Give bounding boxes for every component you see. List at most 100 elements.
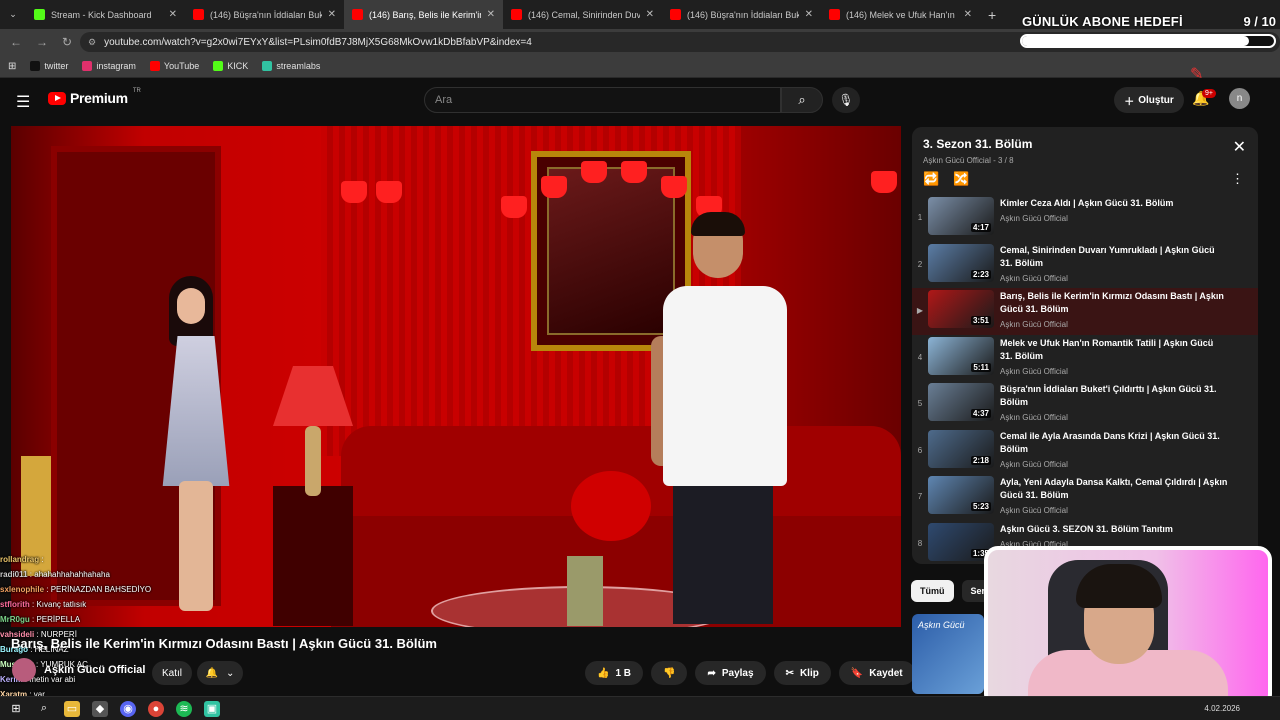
forward-icon[interactable]: → [36, 35, 48, 49]
playlist-item-title[interactable]: Büşra'nın İddiaları Buket'i Çıldırttı | … [1000, 383, 1228, 409]
playlist-item[interactable]: 5 4:37 Büşra'nın İddiaları Buket'i Çıldı… [912, 381, 1258, 428]
tab-favicon-icon [511, 9, 522, 20]
tab-close-icon[interactable]: ✕ [646, 9, 654, 20]
voice-search-button[interactable]: 🎙 [832, 87, 860, 113]
tab-close-icon[interactable]: ✕ [169, 9, 177, 20]
loop-icon[interactable]: 🔁 [923, 171, 939, 187]
menu-icon[interactable]: ☰ [16, 92, 30, 112]
file-explorer-icon[interactable]: ▭ [64, 700, 80, 717]
bookmark-item[interactable]: streamlabs [262, 61, 320, 71]
chat-message: stflorith : Kıvanç tatlısık [0, 597, 300, 612]
app-icon[interactable]: ◆ [92, 700, 108, 717]
tab-close-icon[interactable]: ✕ [328, 9, 336, 20]
browser-tab[interactable]: (146) Cemal, Sinirinden Duvarı Yumruklad… [503, 0, 662, 29]
search-button[interactable]: ⌕ [781, 87, 823, 113]
playlist-item[interactable]: ▶ 3:51 Barış, Belis ile Kerim'in Kırmızı… [912, 288, 1258, 335]
playlist-item-channel: Aşkın Gücü Official [1000, 366, 1068, 376]
browser-tab[interactable]: (146) Büşra'nın İddiaları Buket'i Çıldır… [185, 0, 344, 29]
browser-tab[interactable]: (146) Barış, Belis ile Kerim'in Kırmızı … [344, 0, 503, 29]
site-info-icon[interactable]: ⚙ [88, 37, 96, 48]
playlist-item-thumbnail[interactable]: 4:17 [928, 197, 994, 235]
tab-close-icon[interactable]: ✕ [487, 9, 495, 20]
bookmark-label: streamlabs [276, 61, 321, 71]
channel-avatar[interactable] [12, 658, 36, 682]
tab-close-icon[interactable]: ✕ [805, 9, 813, 20]
playlist-item-thumbnail[interactable]: 5:11 [928, 336, 994, 375]
dislike-button[interactable]: 👎 [651, 661, 688, 685]
playlist-item[interactable]: 6 2:18 Cemal ile Ayla Arasında Dans Kriz… [912, 428, 1258, 475]
playlist-item[interactable]: 1 4:17 Kimler Ceza Aldı | Aşkın Gücü 31.… [912, 195, 1258, 242]
playlist-item-index: 2 [917, 259, 923, 269]
tab-favicon-icon [193, 9, 204, 20]
shuffle-icon[interactable]: 🔀 [953, 171, 969, 187]
windows-start-icon[interactable]: ⊞ [8, 701, 24, 717]
bookmark-item[interactable]: instagram [82, 61, 136, 71]
close-icon[interactable]: ✕ [1233, 137, 1246, 157]
bookmark-favicon-icon [213, 61, 224, 71]
taskbar-date: 4.02.2026 [1204, 704, 1240, 713]
account-avatar[interactable]: n [1229, 88, 1250, 109]
back-icon[interactable]: ← [10, 35, 22, 49]
new-tab-button[interactable]: + [980, 7, 1004, 23]
chat-username: radi011 [0, 570, 28, 579]
bookmark-item[interactable]: KICK [213, 61, 248, 71]
playlist-item-thumbnail[interactable]: 2:18 [928, 429, 994, 468]
playlist-item-channel: Aşkın Gücü Official [1000, 459, 1068, 469]
playlist-item-channel: Aşkın Gücü Official [1000, 273, 1068, 283]
lamp-base [305, 426, 321, 496]
playlist-item-title[interactable]: Melek ve Ufuk Han'ın Romantik Tatili | A… [1000, 337, 1228, 363]
browser-tab[interactable]: (146) Büşra'nın İddiaları Buket'i Çıldır… [662, 0, 821, 29]
create-label: Oluştur [1138, 94, 1174, 106]
tab-search-button[interactable]: ⌄ [0, 0, 26, 29]
bookmark-item[interactable]: YouTube [149, 61, 199, 71]
subscription-bell-button[interactable]: 🔔 ⌄ [197, 661, 243, 685]
channel-name[interactable]: Aşkın Gücü Official [44, 664, 145, 676]
microphone-icon: 🎙 [838, 93, 854, 107]
share-label: Paylaş [721, 667, 754, 679]
playlist-item[interactable]: 4 5:11 Melek ve Ufuk Han'ın Romantik Tat… [912, 335, 1258, 382]
browser-tab[interactable]: Stream - Kick Dashboard ✕ [26, 0, 185, 29]
bookmark-item[interactable]: twitter [30, 61, 68, 71]
playlist-item-title[interactable]: Ayla, Yeni Adayla Dansa Kalktı, Cemal Çı… [1000, 476, 1228, 502]
playlist-item-title[interactable]: Cemal ile Ayla Arasında Dans Krizi | Aşk… [1000, 430, 1228, 456]
clip-button[interactable]: ✂ Klip [773, 661, 831, 685]
playlist-item-title[interactable]: Barış, Belis ile Kerim'in Kırmızı Odasın… [1000, 290, 1228, 316]
sofa-pillow [571, 471, 651, 541]
playlist-title[interactable]: 3. Sezon 31. Bölüm [923, 137, 1032, 151]
playlist-item-thumbnail[interactable]: 4:37 [928, 383, 994, 421]
playlist-item[interactable]: 2 2:23 Cemal, Sinirinden Duvarı Yumrukla… [912, 242, 1258, 289]
share-button[interactable]: ➦ Paylaş [695, 661, 766, 685]
save-button[interactable]: 🔖 Kaydet [838, 661, 915, 685]
like-button[interactable]: 👍 1 B [585, 661, 644, 685]
tab-close-icon[interactable]: ✕ [964, 9, 972, 20]
streamlabs-icon[interactable]: ▣ [204, 700, 220, 717]
playlist-item-duration: 2:18 [970, 455, 991, 465]
playlist-item-thumbnail[interactable]: 2:23 [928, 243, 994, 282]
chrome-icon[interactable]: ● [148, 700, 164, 717]
playlist-item-duration: 5:23 [970, 502, 991, 511]
channel-info[interactable]: Aşkın Gücü Official [12, 658, 145, 682]
youtube-logo[interactable]: Premium TR [48, 88, 141, 106]
spotify-icon[interactable]: ≋ [176, 700, 192, 717]
youtube-header: ☰ Premium TR Ara ⌕ 🎙 ＋ Oluştur 🔔 9+ n [0, 78, 1280, 122]
playlist-item-title[interactable]: Aşkın Gücü 3. SEZON 31. Bölüm Tanıtım [1000, 523, 1228, 536]
share-icon: ➦ [707, 667, 716, 679]
browser-tab[interactable]: (146) Melek ve Ufuk Han'ın Romantik Tati… [821, 0, 980, 29]
playlist-item[interactable]: 7 5:23 Ayla, Yeni Adayla Dansa Kalktı, C… [912, 474, 1258, 521]
recommended-video-thumbnail[interactable]: Aşkın Gücü [912, 614, 984, 694]
discord-icon[interactable]: ◉ [120, 700, 136, 717]
windows-taskbar: ⊞ ⌕ ▭ ◆ ◉ ● ≋ ▣ 4.02.2026 [0, 696, 1280, 720]
playlist-item-title[interactable]: Kimler Ceza Aldı | Aşkın Gücü 31. Bölüm [1000, 197, 1228, 210]
search-icon[interactable]: ⌕ [36, 701, 52, 717]
reload-icon[interactable]: ↻ [62, 35, 72, 49]
playlist-item-title[interactable]: Cemal, Sinirinden Duvarı Yumrukladı | Aş… [1000, 244, 1228, 270]
wall-sconce [376, 181, 402, 203]
chip-all[interactable]: Tümü [911, 580, 954, 602]
playlist-item-thumbnail[interactable]: 3:51 [928, 290, 994, 328]
playlist-item-thumbnail[interactable]: 5:23 [928, 476, 994, 514]
apps-grid-icon[interactable]: ⊞ [8, 61, 16, 72]
join-button[interactable]: Katıl [152, 661, 192, 685]
search-input[interactable]: Ara [424, 87, 781, 113]
create-button[interactable]: ＋ Oluştur [1114, 87, 1184, 113]
playlist-menu-icon[interactable]: ⋮ [1231, 171, 1244, 187]
